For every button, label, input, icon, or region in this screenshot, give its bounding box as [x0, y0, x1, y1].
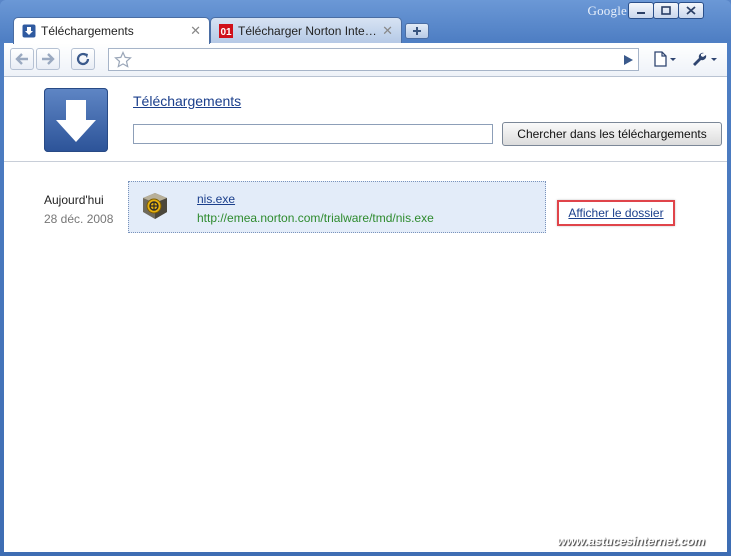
- search-input[interactable]: [133, 124, 493, 144]
- date-group-label: Aujourd'hui: [44, 193, 104, 207]
- download-arrow-icon: [56, 100, 96, 142]
- show-in-folder-link[interactable]: Afficher le dossier: [568, 206, 663, 220]
- plus-icon: [413, 27, 421, 35]
- page-menu-button[interactable]: [650, 48, 682, 70]
- tools-menu-button[interactable]: [689, 48, 723, 70]
- back-button[interactable]: [10, 48, 34, 70]
- 01net-icon-text: 01: [220, 27, 232, 38]
- star-icon[interactable]: [114, 51, 132, 69]
- close-icon: [686, 6, 696, 15]
- wrench-icon: [693, 52, 717, 66]
- tab-strip: Téléchargements ✕ 01 Télécharger Norton …: [0, 15, 731, 44]
- address-bar[interactable]: [108, 48, 639, 71]
- downloads-page: Téléchargements Chercher dans les téléch…: [4, 77, 727, 552]
- search-downloads-button[interactable]: Chercher dans les téléchargements: [502, 122, 722, 146]
- download-filename-link[interactable]: nis.exe: [197, 192, 235, 206]
- forward-button[interactable]: [36, 48, 60, 70]
- tab-close-icon[interactable]: ✕: [382, 23, 393, 39]
- page-title[interactable]: Téléchargements: [133, 93, 241, 109]
- watermark: www.astucesinternet.com: [557, 534, 705, 548]
- norton-installer-icon: [143, 193, 167, 219]
- reload-icon: [76, 52, 90, 66]
- page-icon: [654, 51, 676, 67]
- navigation-toolbar: [4, 43, 727, 77]
- date-group-date: 28 déc. 2008: [44, 212, 114, 226]
- download-arrow-icon: [22, 24, 36, 38]
- maximize-icon: [661, 6, 671, 15]
- download-item: nis.exe http://emea.norton.com/trialware…: [128, 181, 546, 233]
- tab-title: Téléchargements: [41, 24, 134, 38]
- play-icon: [624, 54, 633, 65]
- downloads-logo: [44, 88, 108, 152]
- reload-button[interactable]: [71, 48, 95, 70]
- tab-downloads[interactable]: Téléchargements ✕: [13, 17, 210, 44]
- tab-close-icon[interactable]: ✕: [190, 23, 201, 39]
- tab-title: Télécharger Norton Intern…: [238, 23, 379, 38]
- show-folder-highlight[interactable]: Afficher le dossier: [557, 200, 675, 226]
- new-tab-button[interactable]: [405, 23, 429, 39]
- 01net-icon: 01: [219, 23, 233, 38]
- minimize-icon: [637, 11, 645, 14]
- browser-window: Google Téléchargements ✕ 01 Télécharger …: [0, 0, 731, 556]
- divider: [4, 161, 727, 162]
- back-arrow-icon: [15, 53, 28, 65]
- download-url[interactable]: http://emea.norton.com/trialware/tmd/nis…: [197, 211, 434, 225]
- forward-arrow-icon: [42, 53, 55, 65]
- go-button[interactable]: [616, 48, 640, 71]
- tab-norton[interactable]: 01 Télécharger Norton Intern… ✕: [210, 17, 402, 43]
